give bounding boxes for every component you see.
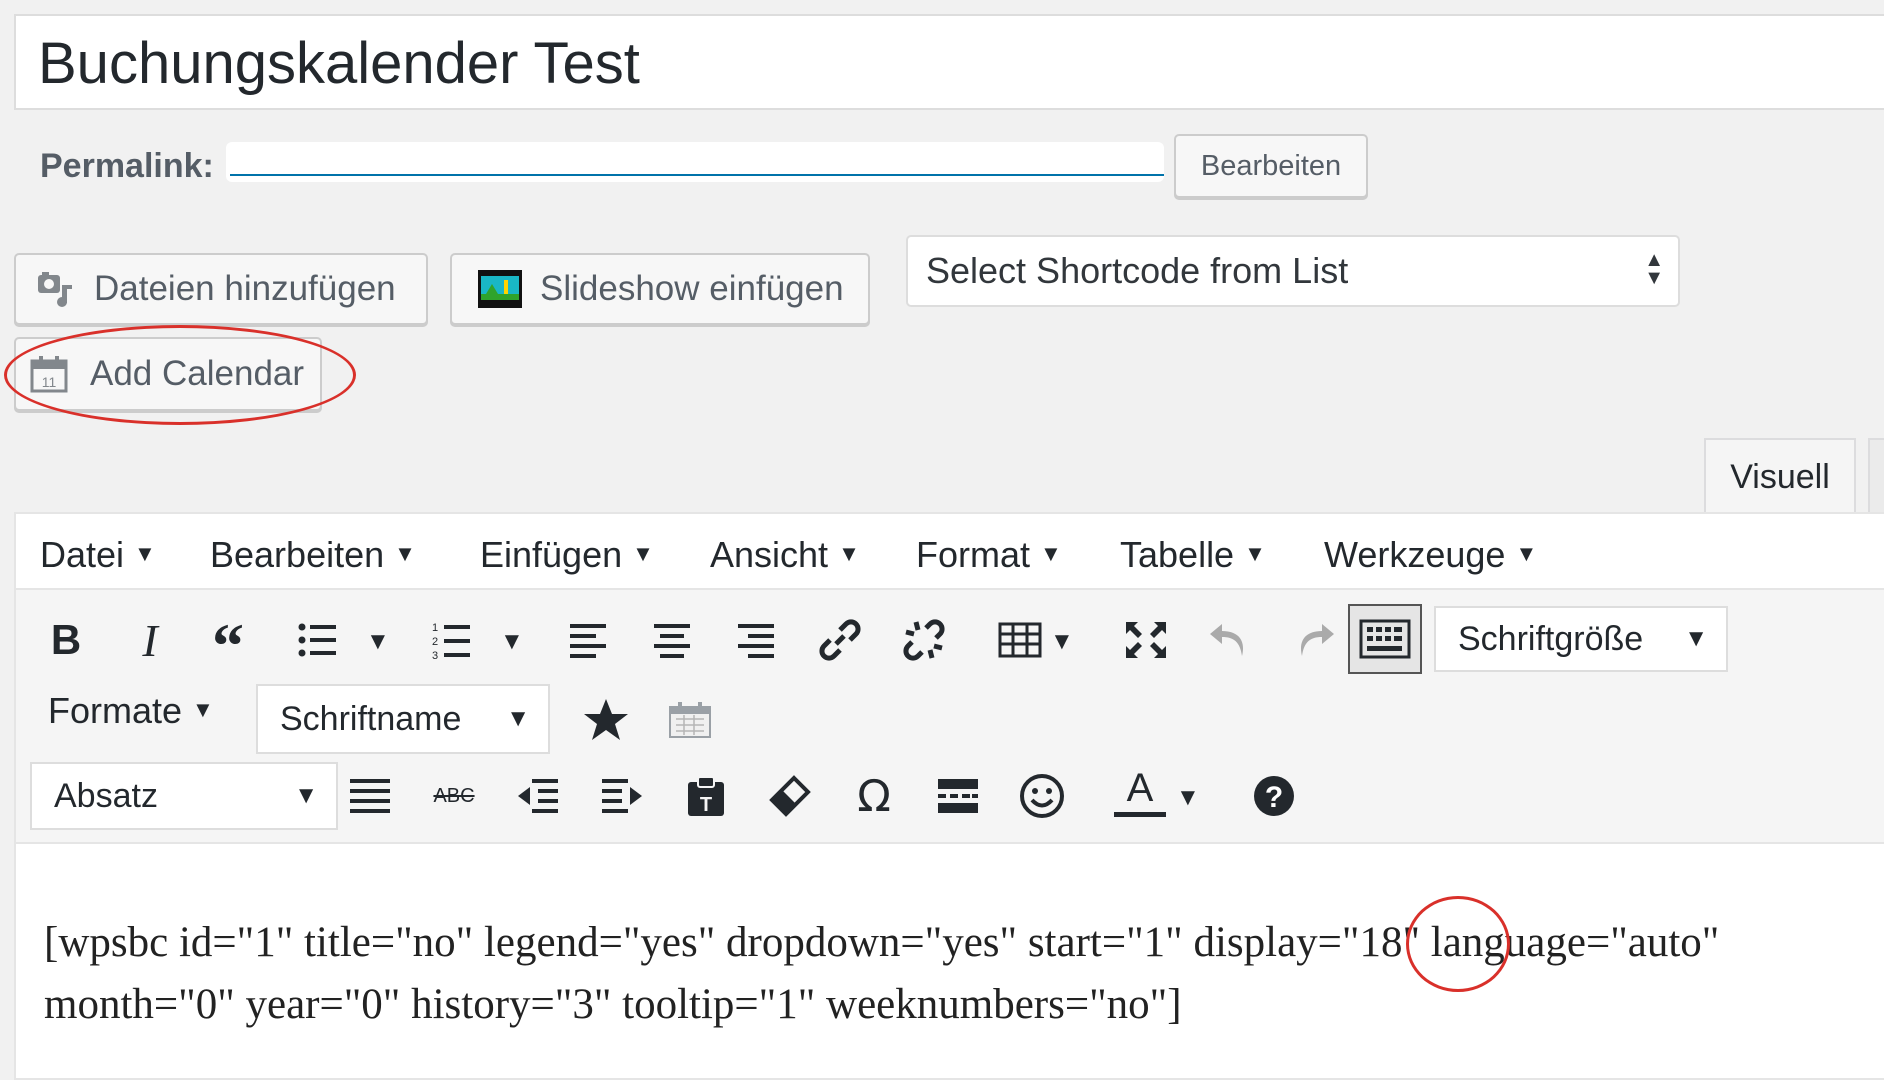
caret-down-icon: ▼ bbox=[134, 541, 156, 567]
strikethrough-icon[interactable]: ABC bbox=[426, 768, 482, 824]
tab-text[interactable] bbox=[1868, 438, 1884, 514]
caret-down-icon: ▼ bbox=[506, 705, 530, 732]
editor-menubar: Datei ▼ Bearbeiten ▼ Einfügen ▼ Ansicht ▼ Fo… bbox=[16, 514, 1884, 590]
bullet-list-caret-icon[interactable]: ▼ bbox=[366, 628, 390, 656]
menu-format[interactable]: Format ▼ bbox=[916, 534, 1062, 576]
tab-visual[interactable]: Visuell bbox=[1704, 438, 1856, 514]
menu-view[interactable]: Ansicht ▼ bbox=[710, 534, 860, 576]
table-caret-icon[interactable]: ▼ bbox=[1050, 628, 1074, 656]
undo-icon[interactable] bbox=[1202, 612, 1258, 668]
toolbar-toggle-icon[interactable] bbox=[1348, 604, 1422, 674]
add-media-button[interactable]: Dateien hinzufügen bbox=[14, 253, 428, 325]
bullet-list-icon[interactable] bbox=[290, 612, 346, 668]
indent-icon[interactable] bbox=[594, 768, 650, 824]
star-icon[interactable] bbox=[578, 692, 634, 748]
media-icon bbox=[36, 271, 76, 307]
caret-down-icon: ▼ bbox=[394, 541, 416, 567]
outdent-icon[interactable] bbox=[510, 768, 566, 824]
text-color-caret-icon[interactable]: ▼ bbox=[1176, 784, 1200, 812]
block-format-value: Absatz bbox=[54, 776, 158, 815]
svg-text:“: “ bbox=[212, 623, 244, 657]
special-character-icon[interactable]: Ω bbox=[846, 768, 902, 824]
read-more-icon[interactable] bbox=[930, 768, 986, 824]
menu-file[interactable]: Datei ▼ bbox=[40, 534, 156, 576]
caret-down-icon: ▼ bbox=[192, 697, 214, 723]
caret-down-icon: ▼ bbox=[1684, 625, 1708, 652]
bold-icon[interactable]: B bbox=[38, 612, 94, 668]
add-media-label: Dateien hinzufügen bbox=[94, 269, 396, 308]
align-right-icon[interactable] bbox=[728, 612, 784, 668]
font-family-select[interactable]: Schriftname ▼ bbox=[256, 684, 550, 754]
caret-down-icon: ▼ bbox=[838, 541, 860, 567]
svg-text:?: ? bbox=[1265, 781, 1283, 814]
editor-toolbar: B I “ ▼ 123 ▼ ▼ Schriftgröße▼ Forma bbox=[16, 590, 1884, 844]
permalink-url-redacted[interactable] bbox=[226, 142, 1164, 182]
select-arrows-icon: ▲ ▼ bbox=[1644, 249, 1664, 289]
calendar-small-icon[interactable] bbox=[662, 692, 718, 748]
caret-down-icon: ▼ bbox=[632, 541, 654, 567]
align-left-icon[interactable] bbox=[560, 612, 616, 668]
justify-icon[interactable] bbox=[342, 768, 398, 824]
italic-icon[interactable]: I bbox=[122, 612, 178, 668]
svg-text:T: T bbox=[700, 794, 712, 816]
svg-text:2: 2 bbox=[432, 636, 438, 648]
menu-tools[interactable]: Werkzeuge ▼ bbox=[1324, 534, 1537, 576]
slideshow-image-icon bbox=[478, 270, 522, 308]
shortcode-select-value: Select Shortcode from List bbox=[926, 250, 1349, 291]
svg-text:3: 3 bbox=[432, 650, 438, 660]
caret-down-icon: ▼ bbox=[294, 782, 318, 809]
font-family-value: Schriftname bbox=[280, 699, 462, 738]
shortcode-select[interactable]: Select Shortcode from List ▲ ▼ bbox=[906, 235, 1680, 307]
svg-text:1: 1 bbox=[432, 622, 438, 634]
menu-insert[interactable]: Einfügen ▼ bbox=[480, 534, 654, 576]
caret-down-icon: ▼ bbox=[1040, 541, 1062, 567]
annotation-circle-display-value bbox=[1406, 896, 1510, 992]
editor-content-line[interactable]: month="0" year="0" history="3" tooltip="… bbox=[44, 980, 1182, 1029]
edit-permalink-button[interactable]: Bearbeiten bbox=[1174, 134, 1368, 198]
fullscreen-icon[interactable] bbox=[1118, 612, 1174, 668]
font-size-value: Schriftgröße bbox=[1458, 619, 1644, 658]
blockquote-icon[interactable]: “ bbox=[206, 612, 262, 668]
help-icon[interactable]: ? bbox=[1246, 768, 1302, 824]
caret-down-icon: ▼ bbox=[1515, 541, 1538, 567]
font-size-select[interactable]: Schriftgröße ▼ bbox=[1434, 606, 1728, 672]
link-icon[interactable] bbox=[812, 612, 868, 668]
table-icon[interactable] bbox=[992, 612, 1048, 668]
menu-table[interactable]: Tabelle ▼ bbox=[1120, 534, 1266, 576]
align-center-icon[interactable] bbox=[644, 612, 700, 668]
emoji-icon[interactable] bbox=[1014, 768, 1070, 824]
slideshow-button[interactable]: Slideshow einfügen bbox=[450, 253, 870, 325]
post-title-text[interactable]: Buchungskalender Test bbox=[38, 30, 640, 97]
paste-text-icon[interactable]: T bbox=[678, 768, 734, 824]
block-format-select[interactable]: Absatz ▼ bbox=[30, 762, 338, 830]
numbered-list-icon[interactable]: 1 2 3 bbox=[424, 612, 480, 668]
clear-formatting-icon[interactable] bbox=[762, 768, 818, 824]
slideshow-label: Slideshow einfügen bbox=[540, 269, 844, 308]
formats-menu[interactable]: Formate ▼ bbox=[48, 690, 214, 732]
caret-down-icon: ▼ bbox=[1244, 541, 1266, 567]
redo-icon[interactable] bbox=[1286, 612, 1342, 668]
permalink-label: Permalink: bbox=[40, 147, 214, 185]
menu-edit[interactable]: Bearbeiten ▼ bbox=[210, 534, 416, 576]
text-color-icon[interactable]: A bbox=[1112, 764, 1168, 820]
annotation-circle-add-calendar bbox=[4, 325, 356, 425]
unlink-icon[interactable] bbox=[896, 612, 952, 668]
numbered-list-caret-icon[interactable]: ▼ bbox=[500, 628, 524, 656]
